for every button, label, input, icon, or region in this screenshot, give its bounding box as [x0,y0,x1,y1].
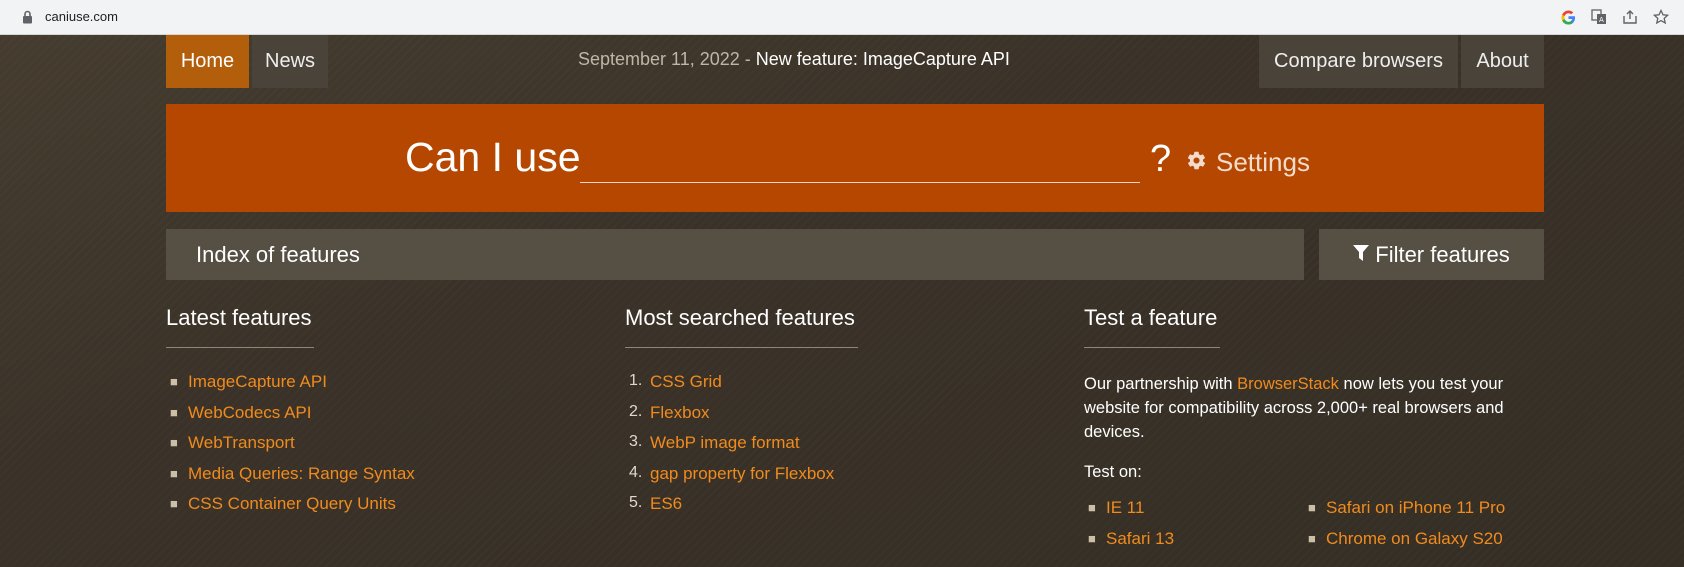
test-description: Our partnership with BrowserStack now le… [1084,372,1544,444]
settings-button[interactable]: Settings [1186,147,1310,178]
most-searched-link[interactable]: Flexbox [650,403,710,423]
search-suffix-label: ? [1150,138,1172,180]
list-item: 5. ES6 [625,494,1065,525]
bullet-icon: ■ [1308,500,1316,515]
bullet-icon: ■ [170,404,178,420]
announcement-date: September 11, 2022 - [578,49,756,69]
bullet-icon: ■ [1088,530,1096,546]
most-searched-link[interactable]: gap property for Flexbox [650,464,834,484]
test-device-link[interactable]: Chrome on Galaxy S20 [1326,529,1503,549]
title-underline [1084,347,1220,348]
test-device-link[interactable]: Safari 13 [1106,529,1174,549]
test-feature-title: Test a feature [1084,305,1218,330]
list-number: 4. [629,463,643,481]
nav-news-button[interactable]: News [252,35,328,88]
most-searched-link[interactable]: ES6 [650,494,682,514]
list-item: 2. Flexbox [625,403,1065,434]
url-text[interactable]: caniuse.com [45,9,118,24]
latest-feature-link[interactable]: WebCodecs API [188,403,311,423]
latest-feature-link[interactable]: ImageCapture API [188,372,327,392]
test-device-link[interactable]: Safari on iPhone 11 Pro [1326,498,1505,518]
list-number: 1. [629,372,643,389]
title-underline [625,347,858,348]
bullet-icon: ■ [170,496,178,511]
share-icon[interactable] [1621,8,1639,26]
most-searched-list: 1. CSS Grid 2. Flexbox 3. WebP image format… [625,372,1065,525]
top-nav: Home News September 11, 2022 - New featu… [166,35,1544,88]
browserstack-link[interactable]: BrowserStack [1237,375,1339,393]
google-icon[interactable] [1559,8,1577,26]
list-item: 1. CSS Grid [625,372,1065,403]
most-searched-link[interactable]: WebP image format [650,433,800,453]
latest-feature-link[interactable]: WebTransport [188,433,295,453]
most-searched-title: Most searched features [625,305,855,330]
list-item: ■ ImageCapture API [166,372,606,403]
list-item: ■ WebTransport [166,433,606,464]
bullet-icon: ■ [170,374,178,389]
test-device-link[interactable]: IE 11 [1106,498,1144,518]
most-searched-link[interactable]: CSS Grid [650,372,722,392]
nav-about-button[interactable]: About [1461,35,1544,88]
announcement-link[interactable]: New feature: ImageCapture API [756,49,1010,69]
page-container: Home News September 11, 2022 - New featu… [166,35,1544,548]
announcement: September 11, 2022 - New feature: ImageC… [578,49,1010,70]
latest-features-section: Latest features ■ ImageCapture API ■ WebCo… [166,305,606,525]
bullet-icon: ■ [170,435,178,450]
svg-text:A: A [1599,16,1604,24]
most-searched-section: Most searched features 1. CSS Grid 2. Flex… [625,305,1065,525]
bullet-icon: ■ [1308,530,1316,546]
nav-compare-browsers-button[interactable]: Compare browsers [1259,35,1458,88]
list-item: ■ CSS Container Query Units [166,494,606,525]
translate-icon[interactable]: A [1590,8,1608,26]
list-number: 5. [629,494,643,511]
list-item: 4. gap property for Flexbox [625,464,1065,495]
feature-search-input[interactable] [580,134,1140,183]
star-icon[interactable] [1652,8,1670,26]
browser-address-bar: caniuse.com A [0,0,1684,35]
bullet-icon: ■ [1088,500,1096,515]
list-item: ■ Media Queries: Range Syntax [166,464,606,495]
lock-icon [22,10,36,26]
latest-feature-link[interactable]: CSS Container Query Units [188,494,396,514]
filter-features-label: Filter features [1375,241,1510,267]
title-underline [166,347,314,348]
filter-icon [1353,242,1370,268]
nav-home-button[interactable]: Home [166,35,249,88]
latest-feature-link[interactable]: Media Queries: Range Syntax [188,464,415,484]
list-number: 2. [629,402,643,420]
list-item: ■ WebCodecs API [166,403,606,434]
latest-features-title: Latest features [166,305,312,330]
list-item: 3. WebP image format [625,433,1065,464]
filter-features-button[interactable]: Filter features [1319,229,1544,280]
list-item: ■ Safari on iPhone 11 Pro [1304,498,1524,529]
list-item: ■ Chrome on Galaxy S20 [1304,529,1524,560]
search-prefix-label: Can I use [405,134,581,180]
search-band: Can I use ? Settings [166,104,1544,212]
gear-icon [1186,147,1207,178]
list-item: ■ Safari 13 [1084,529,1304,560]
index-of-features-button[interactable]: Index of features [166,229,1304,280]
test-text-before: Our partnership with [1084,375,1238,393]
test-devices-list: ■ IE 11 ■ Safari on iPhone 11 Pro ■ Safari … [1084,498,1544,559]
settings-label: Settings [1216,147,1310,177]
test-on-label: Test on: [1084,463,1142,481]
list-number: 3. [629,433,643,450]
test-feature-section: Test a feature Our partnership with Brow… [1084,305,1544,559]
latest-features-list: ■ ImageCapture API ■ WebCodecs API ■ WebTra… [166,372,606,525]
list-item: ■ IE 11 [1084,498,1304,529]
bullet-icon: ■ [170,465,178,481]
